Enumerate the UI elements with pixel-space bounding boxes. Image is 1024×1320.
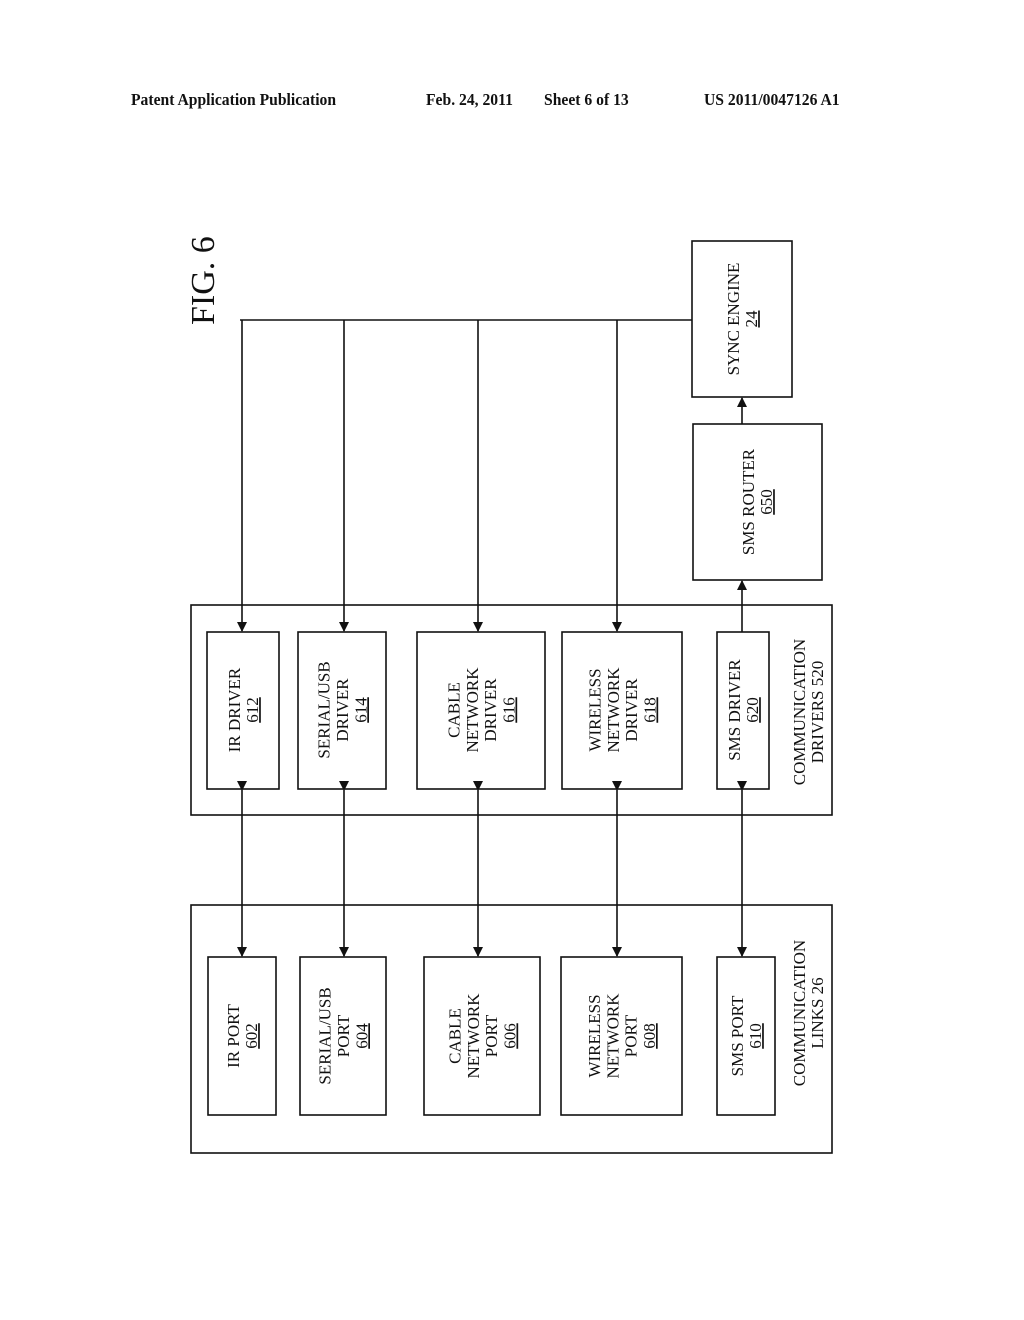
label-line: PORT [334, 1014, 353, 1057]
sms-router-label: SMS ROUTER650 [739, 448, 776, 555]
reference-number: 608 [640, 1023, 659, 1049]
label-line: SMS ROUTER [739, 448, 758, 555]
fig6-diagram: COMMUNICATIONDRIVERS 520COMMUNICATIONLIN… [185, 236, 833, 1154]
label-line: DRIVER [333, 678, 352, 742]
driver-label: SERIAL/USBDRIVER614 [315, 661, 371, 758]
label-line: WIRELESS [585, 668, 604, 751]
port-label: SERIAL/USBPORT604 [316, 987, 372, 1084]
driver-label: SMS DRIVER620 [725, 659, 762, 761]
port-label: CABLENETWORKPORT606 [445, 993, 519, 1079]
reference-number: 24 [742, 310, 761, 328]
label-line: NETWORK [603, 993, 622, 1079]
driver-label: WIRELESSNETWORKDRIVER618 [585, 667, 659, 753]
connectors [237, 319, 747, 957]
driver-label: IR DRIVER612 [225, 667, 262, 752]
label-line: SMS DRIVER [725, 659, 744, 761]
port-label: SMS PORT610 [728, 995, 765, 1076]
label-line: CABLE [444, 682, 463, 738]
driver-label: CABLENETWORKDRIVER616 [444, 667, 518, 753]
communication-links-label: COMMUNICATIONLINKS 26 [790, 940, 827, 1086]
reference-number: 602 [242, 1023, 261, 1049]
label-line: COMMUNICATION [790, 940, 809, 1086]
label-line: DRIVERS 520 [808, 661, 827, 763]
label-line: SYNC ENGINE [724, 263, 743, 376]
reference-number: 604 [352, 1023, 371, 1049]
label-line: COMMUNICATION [790, 639, 809, 785]
label-line: NETWORK [604, 667, 623, 753]
port-label: IR PORT602 [224, 1004, 261, 1068]
reference-number: 614 [351, 697, 370, 723]
label-line: DRIVER [481, 678, 500, 742]
label-line: DRIVER [622, 678, 641, 742]
label-line: NETWORK [464, 993, 483, 1079]
reference-number: 618 [640, 697, 659, 723]
label-line: SERIAL/USB [316, 987, 335, 1084]
label-line: SERIAL/USB [315, 661, 334, 758]
label-line: WIRELESS [585, 994, 604, 1077]
label-line: SMS PORT [728, 995, 747, 1076]
port-label: WIRELESSNETWORKPORT608 [585, 993, 659, 1079]
reference-number: 610 [746, 1023, 765, 1049]
reference-number: 612 [243, 697, 262, 723]
reference-number: 606 [500, 1023, 519, 1049]
reference-number: 620 [743, 697, 762, 723]
figure-label: FIG. 6 [185, 236, 222, 325]
label-line: NETWORK [463, 667, 482, 753]
label-line: IR PORT [224, 1004, 243, 1068]
label-line: PORT [482, 1014, 501, 1057]
label-line: IR DRIVER [225, 667, 244, 752]
reference-number: 616 [499, 697, 518, 723]
blocks: COMMUNICATIONDRIVERS 520COMMUNICATIONLIN… [190, 240, 833, 1154]
reference-number: 650 [757, 489, 776, 515]
communication-drivers-label: COMMUNICATIONDRIVERS 520 [790, 639, 827, 785]
label-line: CABLE [445, 1008, 464, 1064]
label-line: PORT [622, 1014, 641, 1057]
sync-engine-label: SYNC ENGINE24 [724, 263, 761, 376]
label-line: LINKS 26 [808, 977, 827, 1048]
